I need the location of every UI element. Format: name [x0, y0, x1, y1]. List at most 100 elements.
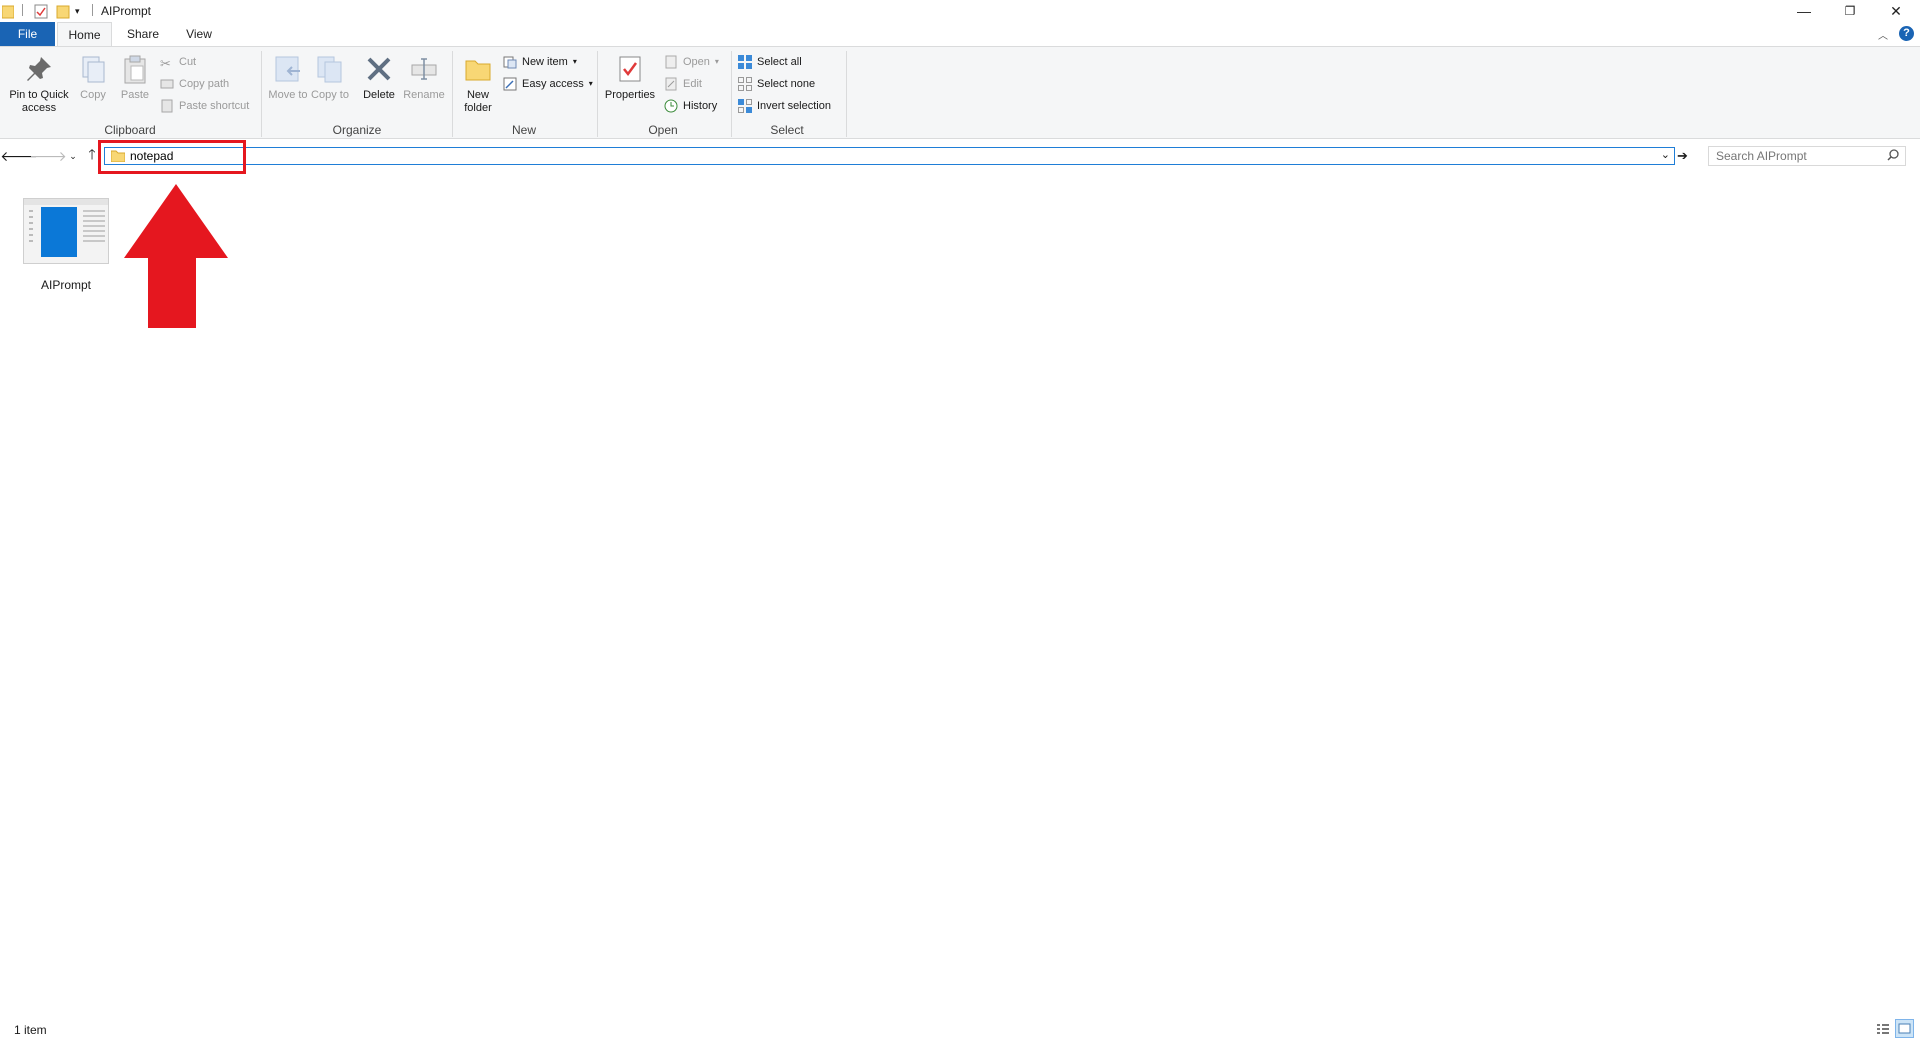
delete-button[interactable]: Delete: [358, 53, 400, 102]
copy-button[interactable]: Copy: [76, 53, 110, 102]
separator: [22, 4, 23, 16]
open-icon: [664, 55, 678, 69]
paste-shortcut-icon: [160, 99, 174, 113]
cut-label: Cut: [179, 56, 197, 68]
minimize-button[interactable]: —: [1781, 0, 1827, 22]
details-view-icon[interactable]: [1876, 1022, 1890, 1039]
title-bar: ▾ AIPrompt — ❐ ✕: [0, 0, 1920, 22]
select-none-label: Select none: [757, 78, 816, 90]
copy-label: Copy: [80, 89, 106, 101]
rename-icon: [411, 58, 437, 80]
rename-label: Rename: [403, 89, 445, 101]
collapse-ribbon-chevron-icon[interactable]: ︿: [1878, 27, 1888, 42]
invert-selection-button[interactable]: Invert selection: [738, 97, 831, 115]
large-icons-view-icon[interactable]: [1895, 1019, 1914, 1038]
recent-locations-chevron-icon[interactable]: ⌄: [64, 147, 82, 165]
new-folder-qa-icon[interactable]: [56, 3, 70, 19]
file-name-label: AIPrompt: [40, 278, 91, 292]
edit-button[interactable]: Edit: [664, 75, 702, 93]
properties-qa-icon[interactable]: [34, 3, 48, 19]
address-history-chevron-icon[interactable]: ⌄: [1661, 148, 1670, 161]
open-label: Open: [683, 56, 710, 68]
history-icon: [664, 99, 678, 113]
move-to-button[interactable]: Move to: [268, 53, 308, 102]
close-button[interactable]: ✕: [1873, 0, 1919, 22]
copy-to-icon: [317, 56, 342, 83]
new-folder-icon: [465, 60, 491, 81]
easy-access-label: Easy access: [522, 78, 584, 90]
cut-button[interactable]: ✂ Cut: [160, 53, 196, 71]
ribbon-tabs: File Home Share View ︿ ?: [0, 22, 1920, 46]
paste-shortcut-button[interactable]: Paste shortcut: [160, 97, 249, 115]
select-all-icon: [738, 55, 752, 69]
select-none-button[interactable]: Select none: [738, 75, 815, 93]
open-group-label: Open: [648, 123, 678, 137]
organize-group-label: Organize: [332, 123, 382, 137]
file-item[interactable]: AIPrompt: [20, 194, 112, 294]
search-input[interactable]: [1716, 148, 1876, 164]
move-to-label: Move to: [268, 89, 308, 101]
pin-icon: [27, 57, 51, 81]
select-none-icon: [738, 77, 752, 91]
go-arrow-icon[interactable]: ➔: [1677, 148, 1688, 164]
clipboard-group-label: Clipboard: [104, 123, 156, 137]
forward-arrow-icon[interactable]: 🡒: [29, 147, 67, 165]
new-group-label: New: [511, 123, 536, 137]
select-all-button[interactable]: Select all: [738, 53, 802, 71]
separator: [92, 4, 93, 16]
tab-share[interactable]: Share: [118, 22, 168, 46]
chevron-down-icon: ▾: [588, 79, 593, 88]
easy-access-button[interactable]: Easy access ▾: [503, 75, 593, 93]
copy-to-button[interactable]: Copy to: [310, 53, 350, 102]
help-icon[interactable]: ?: [1899, 26, 1914, 41]
scissors-icon: ✂: [160, 56, 171, 71]
item-count: 1 item: [14, 1023, 47, 1037]
paste-button[interactable]: Paste: [117, 53, 153, 102]
new-item-label: New item: [522, 56, 568, 68]
new-item-icon: [503, 55, 517, 69]
copy-icon: [82, 56, 105, 83]
history-label: History: [683, 100, 718, 112]
copy-path-label: Copy path: [179, 78, 230, 90]
search-icon[interactable]: [1887, 149, 1899, 164]
delete-label: Delete: [363, 89, 395, 101]
window-title: AIPrompt: [101, 4, 152, 18]
paste-icon: [124, 55, 146, 84]
back-arrow-icon[interactable]: 🡐: [0, 147, 38, 165]
paste-shortcut-label: Paste shortcut: [179, 100, 250, 112]
chevron-down-icon: ▾: [572, 57, 577, 66]
copy-path-button[interactable]: Copy path: [160, 75, 229, 93]
select-all-label: Select all: [757, 56, 802, 68]
edit-label: Edit: [683, 78, 702, 90]
group-divider: [846, 51, 847, 137]
chevron-down-icon: ▾: [714, 57, 719, 66]
search-box[interactable]: [1708, 146, 1906, 166]
folder-icon: [1, 3, 15, 19]
rename-button[interactable]: Rename: [401, 53, 447, 102]
pin-to-quick-access-button[interactable]: Pin to Quick access: [4, 53, 74, 115]
annotation-red-arrow-icon: [124, 184, 228, 328]
address-input[interactable]: [130, 148, 1630, 164]
new-folder-label: New folder: [464, 89, 492, 114]
easy-access-icon: [503, 77, 517, 91]
tab-view[interactable]: View: [174, 22, 224, 46]
invert-selection-label: Invert selection: [757, 100, 831, 112]
tab-file[interactable]: File: [0, 22, 55, 46]
address-bar[interactable]: ⌄: [104, 147, 1675, 165]
paste-label: Paste: [120, 89, 150, 101]
history-button[interactable]: History: [664, 97, 717, 115]
restore-button[interactable]: ❐: [1827, 0, 1873, 22]
copy-to-label: Copy to: [311, 89, 349, 101]
customize-qa-chevron-icon[interactable]: ▾: [75, 6, 80, 22]
status-bar: 1 item: [0, 1018, 1920, 1040]
open-button[interactable]: Open ▾: [664, 53, 719, 71]
new-folder-button[interactable]: New folder: [457, 53, 499, 115]
tab-home[interactable]: Home: [57, 22, 112, 46]
properties-label: Properties: [604, 89, 656, 101]
new-item-button[interactable]: New item ▾: [503, 53, 577, 71]
properties-button[interactable]: Properties: [603, 53, 657, 102]
move-to-icon: [275, 56, 300, 82]
select-group-label: Select: [770, 123, 804, 137]
annotation-highlight-box: [98, 140, 246, 174]
pin-label: Pin to Quick access: [9, 89, 69, 114]
